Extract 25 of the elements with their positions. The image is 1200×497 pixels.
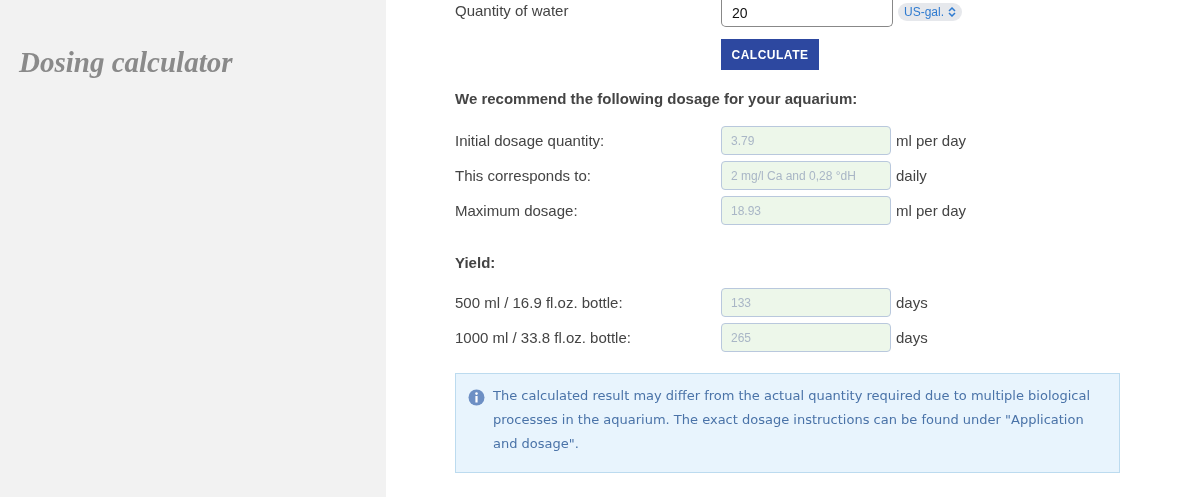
result-field: 18.93 (721, 196, 891, 225)
chevron-icon (948, 7, 956, 17)
calculate-button[interactable]: CALCULATE (721, 39, 819, 70)
result-field: 133 (721, 288, 891, 317)
field-label: This corresponds to: (455, 167, 592, 184)
field-label: Maximum dosage: (455, 202, 579, 219)
info-text: The calculated result may differ from the actual quantity required due to multiple biological processes in the aquarium. The exact dosage instructions can be found under "Application and dosage". (493, 387, 1092, 453)
unit-label: ml per day (896, 202, 967, 219)
field-label: Initial dosage quantity: (455, 132, 606, 149)
section-heading: We recommend the following dosage for your aquarium: (455, 90, 859, 107)
result-field: 3.79 (721, 126, 891, 155)
unit-label: daily (896, 167, 927, 184)
field-label: 500 ml / 16.9 fl.oz. bottle: (455, 294, 624, 311)
result-field: 2 mg/l Ca and 0,28 °dH (721, 161, 891, 190)
unit-label: days (896, 329, 928, 346)
field-label: 1000 ml / 33.8 fl.oz. bottle: (455, 329, 632, 346)
field-label: Quantity of water (455, 1, 570, 19)
result-field: 265 (721, 323, 891, 352)
unit-label: ml per day (896, 132, 967, 149)
page-title: Dosing calculator (19, 46, 234, 79)
section-heading: Yield: (455, 254, 497, 271)
input-field[interactable]: 20 (721, 0, 893, 27)
info-icon (468, 389, 485, 406)
unit-label: days (896, 294, 928, 311)
unit-select[interactable]: US-gal. (898, 3, 962, 21)
